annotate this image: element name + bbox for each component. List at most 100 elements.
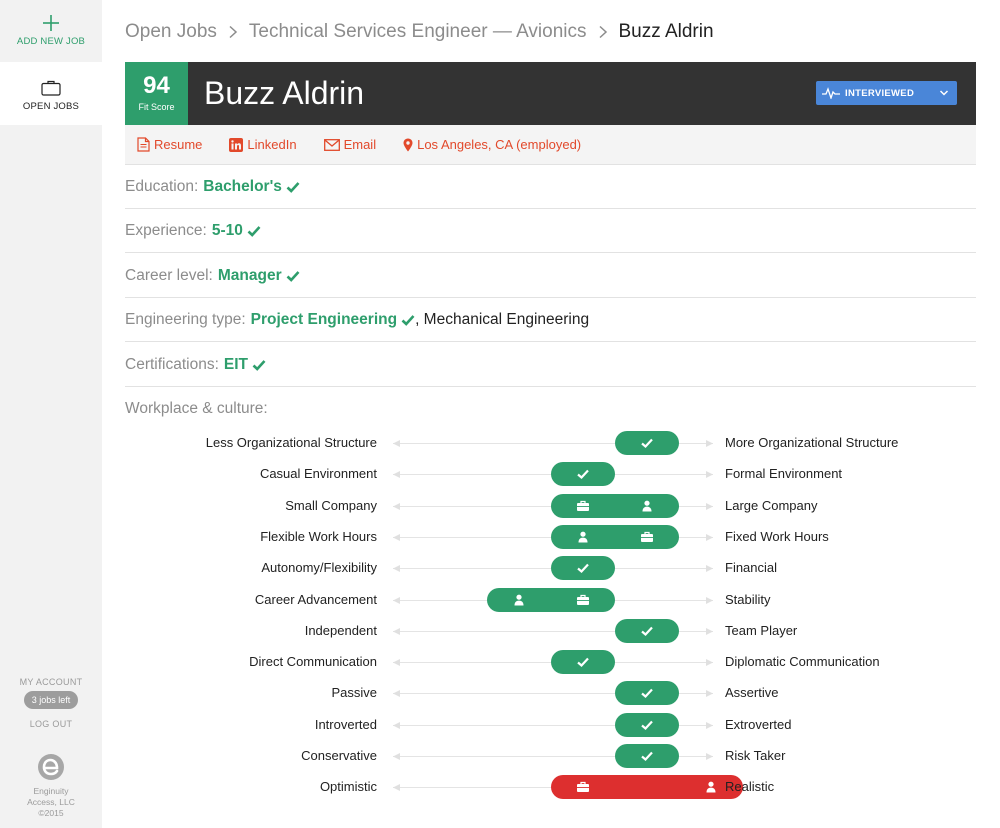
chevron-down-icon xyxy=(939,90,949,96)
culture-match-pill xyxy=(615,744,679,768)
open-jobs-label: OPEN JOBS xyxy=(22,101,80,112)
copyright-line: Access, LLC xyxy=(27,797,75,807)
culture-match-pill xyxy=(615,431,679,455)
attribute-label: Education: xyxy=(125,177,199,195)
envelope-icon xyxy=(323,138,340,151)
career-level-row: Career level: Manager xyxy=(125,254,976,298)
arrow-left-icon xyxy=(393,597,400,604)
arrow-left-icon xyxy=(393,440,400,447)
chevron-right-icon xyxy=(229,25,238,39)
culture-row: Autonomy/Flexibility Financial xyxy=(125,556,976,580)
log-out-link[interactable]: LOG OUT xyxy=(0,719,102,729)
status-dropdown[interactable]: INTERVIEWED xyxy=(816,81,957,105)
culture-row: Introverted Extroverted xyxy=(125,713,976,737)
check-icon xyxy=(401,314,415,326)
briefcase-icon xyxy=(577,781,589,792)
copyright: Enginuity Access, LLC ©2015 xyxy=(0,786,102,819)
status-label: INTERVIEWED xyxy=(845,87,915,99)
attribute-other-value: , Mechanical Engineering xyxy=(415,310,590,328)
person-icon xyxy=(642,500,652,512)
add-new-job-label: ADD NEW JOB xyxy=(16,36,86,47)
fit-score-value: 94 xyxy=(143,72,170,99)
engineering-type-row: Engineering type: Project Engineering , … xyxy=(125,298,976,342)
attribute-value: Manager xyxy=(217,266,282,284)
culture-match-pill xyxy=(551,462,615,486)
briefcase-icon xyxy=(641,531,653,542)
candidate-name: Buzz Aldrin xyxy=(204,75,365,111)
arrow-right-icon xyxy=(706,534,713,541)
copyright-line: Enginuity xyxy=(33,786,69,796)
culture-right-label: Financial xyxy=(725,560,778,575)
culture-right-label: Stability xyxy=(725,592,771,607)
attribute-value: Bachelor's xyxy=(203,177,282,195)
fit-score-label: Fit Score xyxy=(138,102,175,112)
culture-right-label: Team Player xyxy=(725,623,798,638)
culture-right-label: Realistic xyxy=(725,779,775,794)
culture-row: Independent Team Player xyxy=(125,619,976,643)
culture-left-label: Optimistic xyxy=(319,779,377,794)
check-icon xyxy=(641,626,653,637)
attribute-value: 5-10 xyxy=(211,221,243,239)
culture-match-pill xyxy=(551,494,679,518)
arrow-right-icon xyxy=(706,503,713,510)
attribute-value: Project Engineering xyxy=(250,310,398,328)
arrow-left-icon xyxy=(393,628,400,635)
arrow-left-icon xyxy=(393,565,400,572)
culture-match-pill xyxy=(615,681,679,705)
check-icon xyxy=(641,751,653,762)
culture-row: Flexible Work Hours Fixed Work Hours xyxy=(125,525,976,549)
document-icon xyxy=(137,137,150,152)
person-icon xyxy=(706,781,716,793)
enginuity-logo-icon xyxy=(38,754,64,780)
arrow-left-icon xyxy=(393,503,400,510)
open-jobs-button[interactable]: OPEN JOBS xyxy=(0,62,102,125)
arrow-right-icon xyxy=(706,440,713,447)
culture-right-label: More Organizational Structure xyxy=(725,435,899,450)
check-icon xyxy=(641,688,653,699)
plus-icon xyxy=(43,15,59,31)
email-link[interactable]: Email xyxy=(323,137,376,152)
culture-left-label: Direct Communication xyxy=(249,654,377,669)
culture-row: Conservative Risk Taker xyxy=(125,744,976,768)
culture-match-pill xyxy=(551,525,679,549)
culture-match-pill xyxy=(615,619,679,643)
breadcrumb-open-jobs[interactable]: Open Jobs xyxy=(125,21,217,43)
location-link[interactable]: Los Angeles, CA (employed) xyxy=(403,137,581,152)
arrow-left-icon xyxy=(393,659,400,666)
culture-right-label: Assertive xyxy=(725,685,779,700)
add-new-job-button[interactable]: ADD NEW JOB xyxy=(0,0,102,62)
pulse-icon xyxy=(822,87,840,99)
chevron-right-icon xyxy=(598,25,607,39)
attribute-label: Certifications: xyxy=(125,355,219,373)
arrow-left-icon xyxy=(393,534,400,541)
arrow-left-icon xyxy=(393,722,400,729)
culture-left-label: Casual Environment xyxy=(259,466,377,481)
culture-left-label: Conservative xyxy=(301,748,377,763)
arrow-right-icon xyxy=(706,722,713,729)
candidate-links-bar: Resume LinkedIn Email Los Angeles, CA (e… xyxy=(125,125,976,165)
arrow-left-icon xyxy=(393,753,400,760)
culture-row: Direct Communication Diplomatic Communica… xyxy=(125,650,976,674)
sidebar: ADD NEW JOB OPEN JOBS MY ACCOUNT 3 jobs … xyxy=(0,0,102,828)
culture-right-label: Fixed Work Hours xyxy=(725,529,829,544)
resume-link[interactable]: Resume xyxy=(137,137,202,152)
culture-section-title: Workplace & culture: xyxy=(125,400,268,417)
attribute-label: Experience: xyxy=(125,221,207,239)
check-icon xyxy=(247,225,261,237)
culture-left-label: Autonomy/Flexibility xyxy=(261,560,377,575)
my-account-link[interactable]: MY ACCOUNT xyxy=(0,677,102,687)
person-icon xyxy=(578,531,588,543)
attribute-label: Career level: xyxy=(125,266,213,284)
breadcrumb-job[interactable]: Technical Services Engineer — Avionics xyxy=(249,21,587,43)
culture-left-label: Flexible Work Hours xyxy=(260,529,377,544)
linkedin-label: LinkedIn xyxy=(247,137,297,152)
check-icon xyxy=(577,469,589,480)
check-icon xyxy=(641,720,653,731)
culture-match-pill xyxy=(487,588,615,612)
experience-row: Experience: 5-10 xyxy=(125,209,976,253)
arrow-right-icon xyxy=(706,471,713,478)
linkedin-link[interactable]: LinkedIn xyxy=(229,137,297,152)
arrow-left-icon xyxy=(393,784,400,791)
linkedin-icon xyxy=(229,137,244,152)
arrow-right-icon xyxy=(706,690,713,697)
